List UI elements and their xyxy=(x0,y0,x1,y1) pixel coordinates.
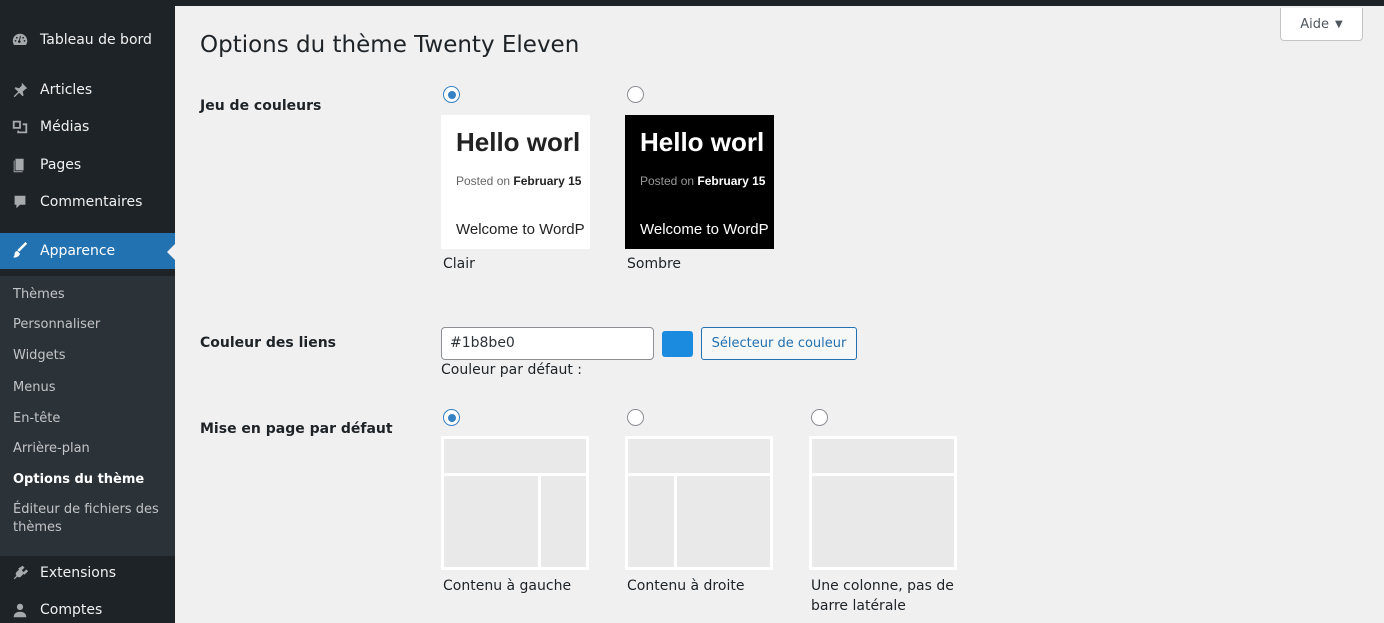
sidebar-item-label: Tableau de bord xyxy=(40,32,152,48)
layout-radio-one-column[interactable] xyxy=(811,409,828,426)
sidebar-item-commentaires[interactable]: Commentaires xyxy=(0,184,175,220)
preview-body: Welcome to WordP xyxy=(456,221,585,238)
layout-column-divider xyxy=(538,476,541,567)
pin-icon xyxy=(0,81,40,99)
dashboard-icon xyxy=(0,31,40,49)
layout-header-block xyxy=(444,439,586,476)
color-picker-button[interactable]: Sélecteur de couleur xyxy=(701,327,857,360)
preview-meta: Posted on February 15 xyxy=(640,174,766,188)
submenu-item-en-tete[interactable]: En-tête xyxy=(13,410,60,428)
plugin-icon xyxy=(0,564,40,582)
help-button[interactable]: Aide ▼ xyxy=(1280,8,1363,41)
admin-sidebar: Tableau de bord Articles Médias Pages Co… xyxy=(0,6,175,623)
layout-preview-content-right[interactable] xyxy=(625,436,773,570)
sidebar-item-label: Médias xyxy=(40,119,90,135)
page-title: Options du thème Twenty Eleven xyxy=(200,32,580,58)
layout-radio-content-left[interactable] xyxy=(443,409,460,426)
submenu-item-arriere-plan[interactable]: Arrière-plan xyxy=(13,440,90,458)
layout-option-label-content-right: Contenu à droite xyxy=(627,578,745,594)
layout-header-block xyxy=(812,439,954,476)
page-icon xyxy=(0,156,40,174)
link-color-input[interactable]: #1b8be0 xyxy=(441,327,654,360)
appearance-submenu: Thèmes Personnaliser Widgets Menus En-tê… xyxy=(0,276,175,556)
default-layout-label: Mise en page par défaut xyxy=(200,421,393,437)
layout-option-label-one-column: Une colonne, pas de barre latérale xyxy=(811,578,954,614)
submenu-item-options-du-theme[interactable]: Options du thème xyxy=(13,471,144,489)
color-scheme-preview-dark[interactable]: Hello worl Posted on February 15 Welcome… xyxy=(625,115,774,249)
color-scheme-radio-dark[interactable] xyxy=(627,86,644,103)
default-color-label: Couleur par défaut : xyxy=(441,362,583,378)
color-scheme-option-label-light: Clair xyxy=(443,256,475,272)
sidebar-item-label: Articles xyxy=(40,82,93,98)
sidebar-item-pages[interactable]: Pages xyxy=(0,147,175,183)
sidebar-item-label: Commentaires xyxy=(40,194,143,210)
paintbrush-icon xyxy=(0,242,40,260)
comment-icon xyxy=(0,193,40,211)
layout-preview-content-left[interactable] xyxy=(441,436,589,570)
color-scheme-radio-light[interactable] xyxy=(443,86,460,103)
submenu-item-themes[interactable]: Thèmes xyxy=(13,286,65,304)
sidebar-item-label: Pages xyxy=(40,157,82,173)
submenu-item-widgets[interactable]: Widgets xyxy=(13,347,66,365)
layout-option-label-content-left: Contenu à gauche xyxy=(443,578,572,594)
submenu-item-editeur-fichiers[interactable]: Éditeur de fichiers des thèmes xyxy=(13,501,163,537)
sidebar-item-articles[interactable]: Articles xyxy=(0,72,175,108)
caret-down-icon: ▼ xyxy=(1335,18,1343,30)
main-content: Aide ▼ Options du thème Twenty Eleven Je… xyxy=(175,6,1384,623)
sidebar-item-label: Comptes xyxy=(40,602,103,618)
sidebar-item-dashboard[interactable]: Tableau de bord xyxy=(0,22,175,58)
link-color-label: Couleur des liens xyxy=(200,335,337,351)
link-color-swatch[interactable] xyxy=(662,331,693,357)
preview-body: Welcome to WordP xyxy=(640,221,769,238)
layout-header-block xyxy=(628,439,770,476)
sidebar-item-extensions[interactable]: Extensions xyxy=(0,555,175,591)
layout-column-divider xyxy=(674,476,677,567)
submenu-item-personnaliser[interactable]: Personnaliser xyxy=(13,316,100,334)
sidebar-item-label: Apparence xyxy=(40,243,116,259)
preview-title: Hello worl xyxy=(456,127,581,157)
color-scheme-option-label-dark: Sombre xyxy=(627,256,682,272)
layout-preview-one-column[interactable] xyxy=(809,436,957,570)
preview-meta: Posted on February 15 xyxy=(456,174,582,188)
color-scheme-label: Jeu de couleurs xyxy=(200,98,322,114)
media-icon xyxy=(0,118,40,136)
sidebar-item-label: Extensions xyxy=(40,565,117,581)
sidebar-item-comptes[interactable]: Comptes xyxy=(0,592,175,623)
preview-title: Hello worl xyxy=(640,127,765,157)
submenu-item-menus[interactable]: Menus xyxy=(13,379,55,397)
sidebar-item-apparence[interactable]: Apparence xyxy=(0,233,175,269)
sidebar-item-medias[interactable]: Médias xyxy=(0,109,175,145)
user-icon xyxy=(0,601,40,619)
color-scheme-preview-light[interactable]: Hello worl Posted on February 15 Welcome… xyxy=(441,115,590,249)
layout-radio-content-right[interactable] xyxy=(627,409,644,426)
help-button-label: Aide xyxy=(1300,16,1330,32)
